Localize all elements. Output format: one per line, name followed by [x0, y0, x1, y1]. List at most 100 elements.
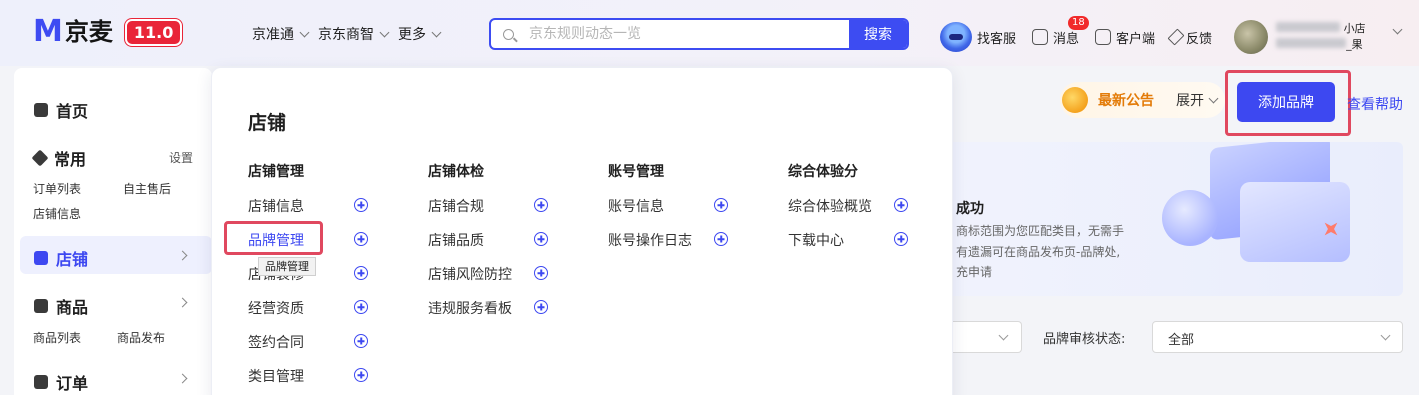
add-favorite-icon[interactable]: [714, 232, 728, 246]
feedback-button[interactable]: 反馈: [1167, 28, 1213, 47]
menu-item-account-log[interactable]: 账号操作日志: [608, 230, 692, 250]
search-input[interactable]: [525, 20, 849, 48]
menu-item-violation-board[interactable]: 违规服务看板: [428, 298, 512, 318]
menu-item-store-compliance[interactable]: 店铺合规: [428, 196, 484, 216]
client-label: 客户端: [1116, 31, 1156, 47]
document-illustration-icon: [1240, 182, 1350, 262]
chevron-right-icon: [177, 297, 188, 308]
top-header: M 京麦 11.0 京准通 京东商智 更多 搜索 找客服 消息 客户端 反馈 1…: [0, 0, 1419, 66]
nav-jingzhuntong[interactable]: 京准通: [252, 24, 310, 44]
user-info[interactable]: 小店 _果: [1276, 21, 1366, 53]
home-icon: [34, 103, 48, 117]
chevron-right-icon: [177, 373, 188, 384]
client-button[interactable]: 客户端: [1095, 28, 1155, 47]
add-favorite-icon[interactable]: [534, 266, 548, 280]
nav-more[interactable]: 更多: [398, 24, 442, 44]
sidebar-item-label: 店铺: [56, 250, 89, 269]
sidebar-item-label: 首页: [56, 102, 89, 121]
add-favorite-icon[interactable]: [534, 232, 548, 246]
column-heading-store-management: 店铺管理: [248, 164, 304, 180]
menu-item-qualification[interactable]: 经营资质: [248, 298, 304, 318]
menu-item-download-center[interactable]: 下载中心: [788, 230, 844, 250]
messages-button[interactable]: 消息: [1032, 28, 1079, 47]
search-bar: 搜索: [489, 18, 909, 50]
logo-mark-icon: M: [33, 14, 63, 49]
sidebar-link-order-list[interactable]: 订单列表: [33, 180, 81, 197]
add-favorite-icon[interactable]: [354, 198, 368, 212]
menu-item-contract[interactable]: 签约合同: [248, 332, 304, 352]
brand-review-status-select[interactable]: 全部: [1152, 321, 1403, 353]
message-count-badge: 18: [1068, 16, 1089, 30]
nav-shangzhi[interactable]: 京东商智: [318, 24, 390, 44]
jingmai-logo[interactable]: M 京麦 11.0: [33, 14, 183, 49]
nav-label: 京准通: [252, 27, 294, 43]
column-heading-store-checkup: 店铺体检: [428, 164, 484, 180]
chevron-down-icon: [1380, 330, 1391, 341]
add-favorite-icon[interactable]: [354, 334, 368, 348]
help-link[interactable]: 查看帮助: [1347, 94, 1403, 114]
orders-icon: [34, 375, 48, 389]
bell-icon: [1062, 87, 1088, 113]
add-favorite-icon[interactable]: [534, 198, 548, 212]
add-brand-button[interactable]: 添加品牌: [1237, 82, 1335, 122]
header-tools: 找客服 消息 客户端 反馈 18 小店 _果: [940, 16, 1403, 54]
messages-label: 消息: [1053, 31, 1080, 47]
tooltip: 品牌管理: [258, 257, 316, 276]
store-name: 小店: [1343, 22, 1366, 35]
sidebar-link-goods-publish[interactable]: 商品发布: [117, 329, 165, 346]
check-badge-illustration-icon: [1162, 190, 1218, 246]
menu-item-account-info[interactable]: 账号信息: [608, 196, 664, 216]
customer-service-button[interactable]: 找客服: [940, 22, 1016, 52]
version-badge: 11.0: [124, 18, 183, 46]
menu-item-store-info[interactable]: 店铺信息: [248, 196, 304, 216]
pencil-icon: [1167, 28, 1185, 46]
banner-title: 成功: [956, 201, 984, 217]
sidebar-item-label: 常用: [54, 150, 87, 169]
brand-management-highlight: [224, 221, 323, 255]
add-favorite-icon[interactable]: [354, 232, 368, 246]
sidebar-item-goods[interactable]: 商品: [34, 294, 88, 318]
chevron-down-icon: [431, 27, 442, 37]
nav-label: 京东商智: [318, 27, 374, 43]
add-favorite-icon[interactable]: [354, 300, 368, 314]
store-icon: [34, 251, 48, 265]
add-favorite-icon[interactable]: [714, 198, 728, 212]
sidebar: 首页 常用 设置 订单列表 自主售后 店铺信息 店铺 商品 商品列表 商品发布 …: [14, 68, 212, 395]
search-button[interactable]: 搜索: [849, 20, 907, 48]
common-icon: [31, 149, 49, 167]
menu-item-store-quality[interactable]: 店铺品质: [428, 230, 484, 250]
sidebar-link-after-sale[interactable]: 自主售后: [123, 180, 171, 197]
add-favorite-icon[interactable]: [354, 266, 368, 280]
select-value: 全部: [1168, 333, 1195, 348]
menu-item-risk-control[interactable]: 店铺风险防控: [428, 264, 512, 284]
banner-text: 充申请: [956, 265, 993, 279]
logo-text: 京麦: [64, 18, 113, 46]
chevron-down-icon: [998, 330, 1009, 341]
chevron-down-icon: [379, 27, 390, 37]
sidebar-item-label: 订单: [56, 374, 89, 393]
feedback-label: 反馈: [1186, 31, 1213, 47]
sidebar-item-orders[interactable]: 订单: [34, 370, 88, 394]
announcement-expand[interactable]: 展开: [1176, 90, 1204, 110]
announcement-bar[interactable]: 最新公告 展开: [1060, 82, 1225, 118]
menu-item-experience-overview[interactable]: 综合体验概览: [788, 196, 872, 216]
brand-review-status-label: 品牌审核状态:: [1043, 332, 1126, 347]
sidebar-item-store[interactable]: 店铺: [34, 246, 88, 270]
menu-item-category[interactable]: 类目管理: [248, 366, 304, 386]
avatar[interactable]: [1234, 20, 1269, 54]
sidebar-link-store-info[interactable]: 店铺信息: [33, 205, 81, 222]
chevron-down-icon[interactable]: [1392, 24, 1403, 35]
goods-icon: [34, 299, 48, 313]
sidebar-item-home[interactable]: 首页: [34, 98, 88, 122]
sidebar-item-common[interactable]: 常用: [31, 146, 87, 170]
add-favorite-icon[interactable]: [534, 300, 548, 314]
robot-icon: [940, 22, 972, 52]
column-heading-account: 账号管理: [608, 164, 664, 180]
banner-text: 有遗漏可在商品发布页-品牌处,: [956, 245, 1121, 259]
add-favorite-icon[interactable]: [894, 198, 908, 212]
add-favorite-icon[interactable]: [354, 368, 368, 382]
nav-label: 更多: [398, 27, 426, 43]
sidebar-link-goods-list[interactable]: 商品列表: [33, 329, 81, 346]
sidebar-settings-link[interactable]: 设置: [169, 149, 193, 166]
add-favorite-icon[interactable]: [894, 232, 908, 246]
